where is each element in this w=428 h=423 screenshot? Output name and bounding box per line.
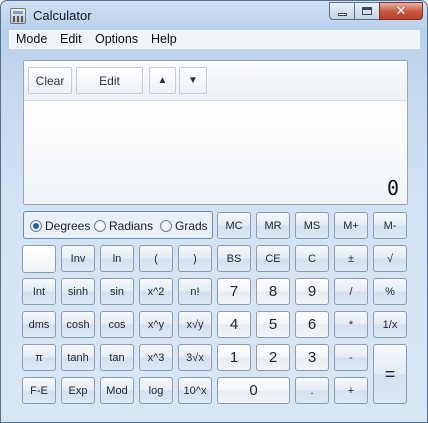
maximize-icon	[362, 7, 372, 15]
title-bar: Calculator ✕	[1, 1, 427, 30]
key-equals[interactable]: =	[373, 344, 407, 404]
key-ms[interactable]: MS	[295, 212, 329, 239]
history-up-button[interactable]: ▲	[149, 67, 176, 94]
radio-radians-label: Radians	[109, 219, 154, 233]
radio-grads-label: Grads	[175, 219, 208, 233]
key-close-paren[interactable]: )	[178, 245, 212, 272]
radio-unselected-icon	[94, 220, 106, 232]
key-percent[interactable]: %	[373, 278, 407, 305]
key-sin[interactable]: sin	[100, 278, 134, 305]
key-9[interactable]: 9	[295, 278, 329, 305]
history-down-button[interactable]: ▼	[179, 67, 207, 94]
key-8[interactable]: 8	[256, 278, 290, 305]
minimize-icon	[337, 12, 347, 16]
key-divide[interactable]: /	[334, 278, 368, 305]
key-minus[interactable]: -	[334, 344, 368, 371]
menu-mode[interactable]: Mode	[16, 32, 47, 46]
key-sqrt[interactable]: √	[373, 245, 407, 272]
radio-selected-icon	[30, 220, 42, 232]
key-pi[interactable]: π	[22, 344, 56, 371]
key-reciprocal[interactable]: 1/x	[373, 311, 407, 338]
key-6[interactable]: 6	[295, 311, 329, 338]
calculator-app-icon	[10, 8, 26, 24]
key-backspace[interactable]: BS	[217, 245, 251, 272]
arrow-up-icon: ▲	[157, 75, 168, 86]
key-mod[interactable]: Mod	[100, 377, 134, 404]
key-decimal[interactable]: .	[295, 377, 329, 404]
key-4[interactable]: 4	[217, 311, 251, 338]
key-cube-root[interactable]: 3√x	[178, 344, 212, 371]
key-int[interactable]: Int	[22, 278, 56, 305]
radio-degrees[interactable]: Degrees	[30, 219, 90, 233]
key-dms[interactable]: dms	[22, 311, 56, 338]
key-multiply[interactable]: *	[334, 311, 368, 338]
key-mr[interactable]: MR	[256, 212, 290, 239]
result-display: 0	[24, 102, 407, 204]
radio-degrees-label: Degrees	[45, 219, 91, 233]
angle-unit-group: Degrees Radians Grads	[23, 211, 213, 239]
key-ln[interactable]: ln	[100, 245, 134, 272]
key-blank[interactable]	[22, 245, 56, 273]
key-plus[interactable]: +	[334, 377, 368, 404]
maximize-button[interactable]	[354, 2, 380, 20]
key-sinh[interactable]: sinh	[61, 278, 95, 305]
minimize-button[interactable]	[329, 2, 355, 20]
key-plus-minus[interactable]: ±	[334, 245, 368, 272]
calculator-window: Calculator ✕ Mode Edit Options Help Clea…	[0, 0, 428, 423]
display-panel: Clear Edit ▲ ▼ 0	[23, 60, 408, 205]
key-x-squared[interactable]: x^2	[139, 278, 173, 305]
key-cos[interactable]: cos	[100, 311, 134, 338]
radio-unselected-icon	[160, 220, 172, 232]
key-x-cubed[interactable]: x^3	[139, 344, 173, 371]
key-exp[interactable]: Exp	[61, 377, 95, 404]
menu-options[interactable]: Options	[95, 32, 138, 46]
display-value: 0	[386, 176, 399, 200]
key-2[interactable]: 2	[256, 344, 290, 371]
key-tan[interactable]: tan	[100, 344, 134, 371]
key-1[interactable]: 1	[217, 344, 251, 371]
key-fe[interactable]: F-E	[22, 377, 56, 404]
key-m-minus[interactable]: M-	[373, 212, 407, 239]
close-icon: ✕	[395, 3, 407, 19]
close-button[interactable]: ✕	[379, 2, 423, 20]
key-5[interactable]: 5	[256, 311, 290, 338]
key-7[interactable]: 7	[217, 278, 251, 305]
key-c[interactable]: C	[295, 245, 329, 272]
radio-radians[interactable]: Radians	[94, 219, 153, 233]
key-0[interactable]: 0	[217, 377, 290, 404]
key-ce[interactable]: CE	[256, 245, 290, 272]
key-mc[interactable]: MC	[217, 212, 251, 239]
key-factorial[interactable]: n!	[178, 278, 212, 305]
arrow-down-icon: ▼	[188, 75, 198, 86]
key-inv[interactable]: Inv	[61, 245, 95, 272]
menu-edit[interactable]: Edit	[60, 32, 82, 46]
key-log[interactable]: log	[139, 377, 173, 404]
key-cosh[interactable]: cosh	[61, 311, 95, 338]
key-tanh[interactable]: tanh	[61, 344, 95, 371]
key-x-pow-y[interactable]: x^y	[139, 311, 173, 338]
key-3[interactable]: 3	[295, 344, 329, 371]
window-title: Calculator	[33, 8, 92, 23]
key-ten-pow-x[interactable]: 10^x	[178, 377, 212, 404]
key-m-plus[interactable]: M+	[334, 212, 368, 239]
radio-grads[interactable]: Grads	[160, 219, 208, 233]
menu-help[interactable]: Help	[151, 32, 177, 46]
menu-bar: Mode Edit Options Help	[9, 30, 420, 50]
key-open-paren[interactable]: (	[139, 245, 173, 272]
key-y-root-x[interactable]: x√y	[178, 311, 212, 338]
history-clear-button[interactable]: Clear	[28, 67, 72, 94]
history-toolbar: Clear Edit ▲ ▼	[24, 61, 407, 101]
history-edit-button[interactable]: Edit	[76, 67, 143, 94]
